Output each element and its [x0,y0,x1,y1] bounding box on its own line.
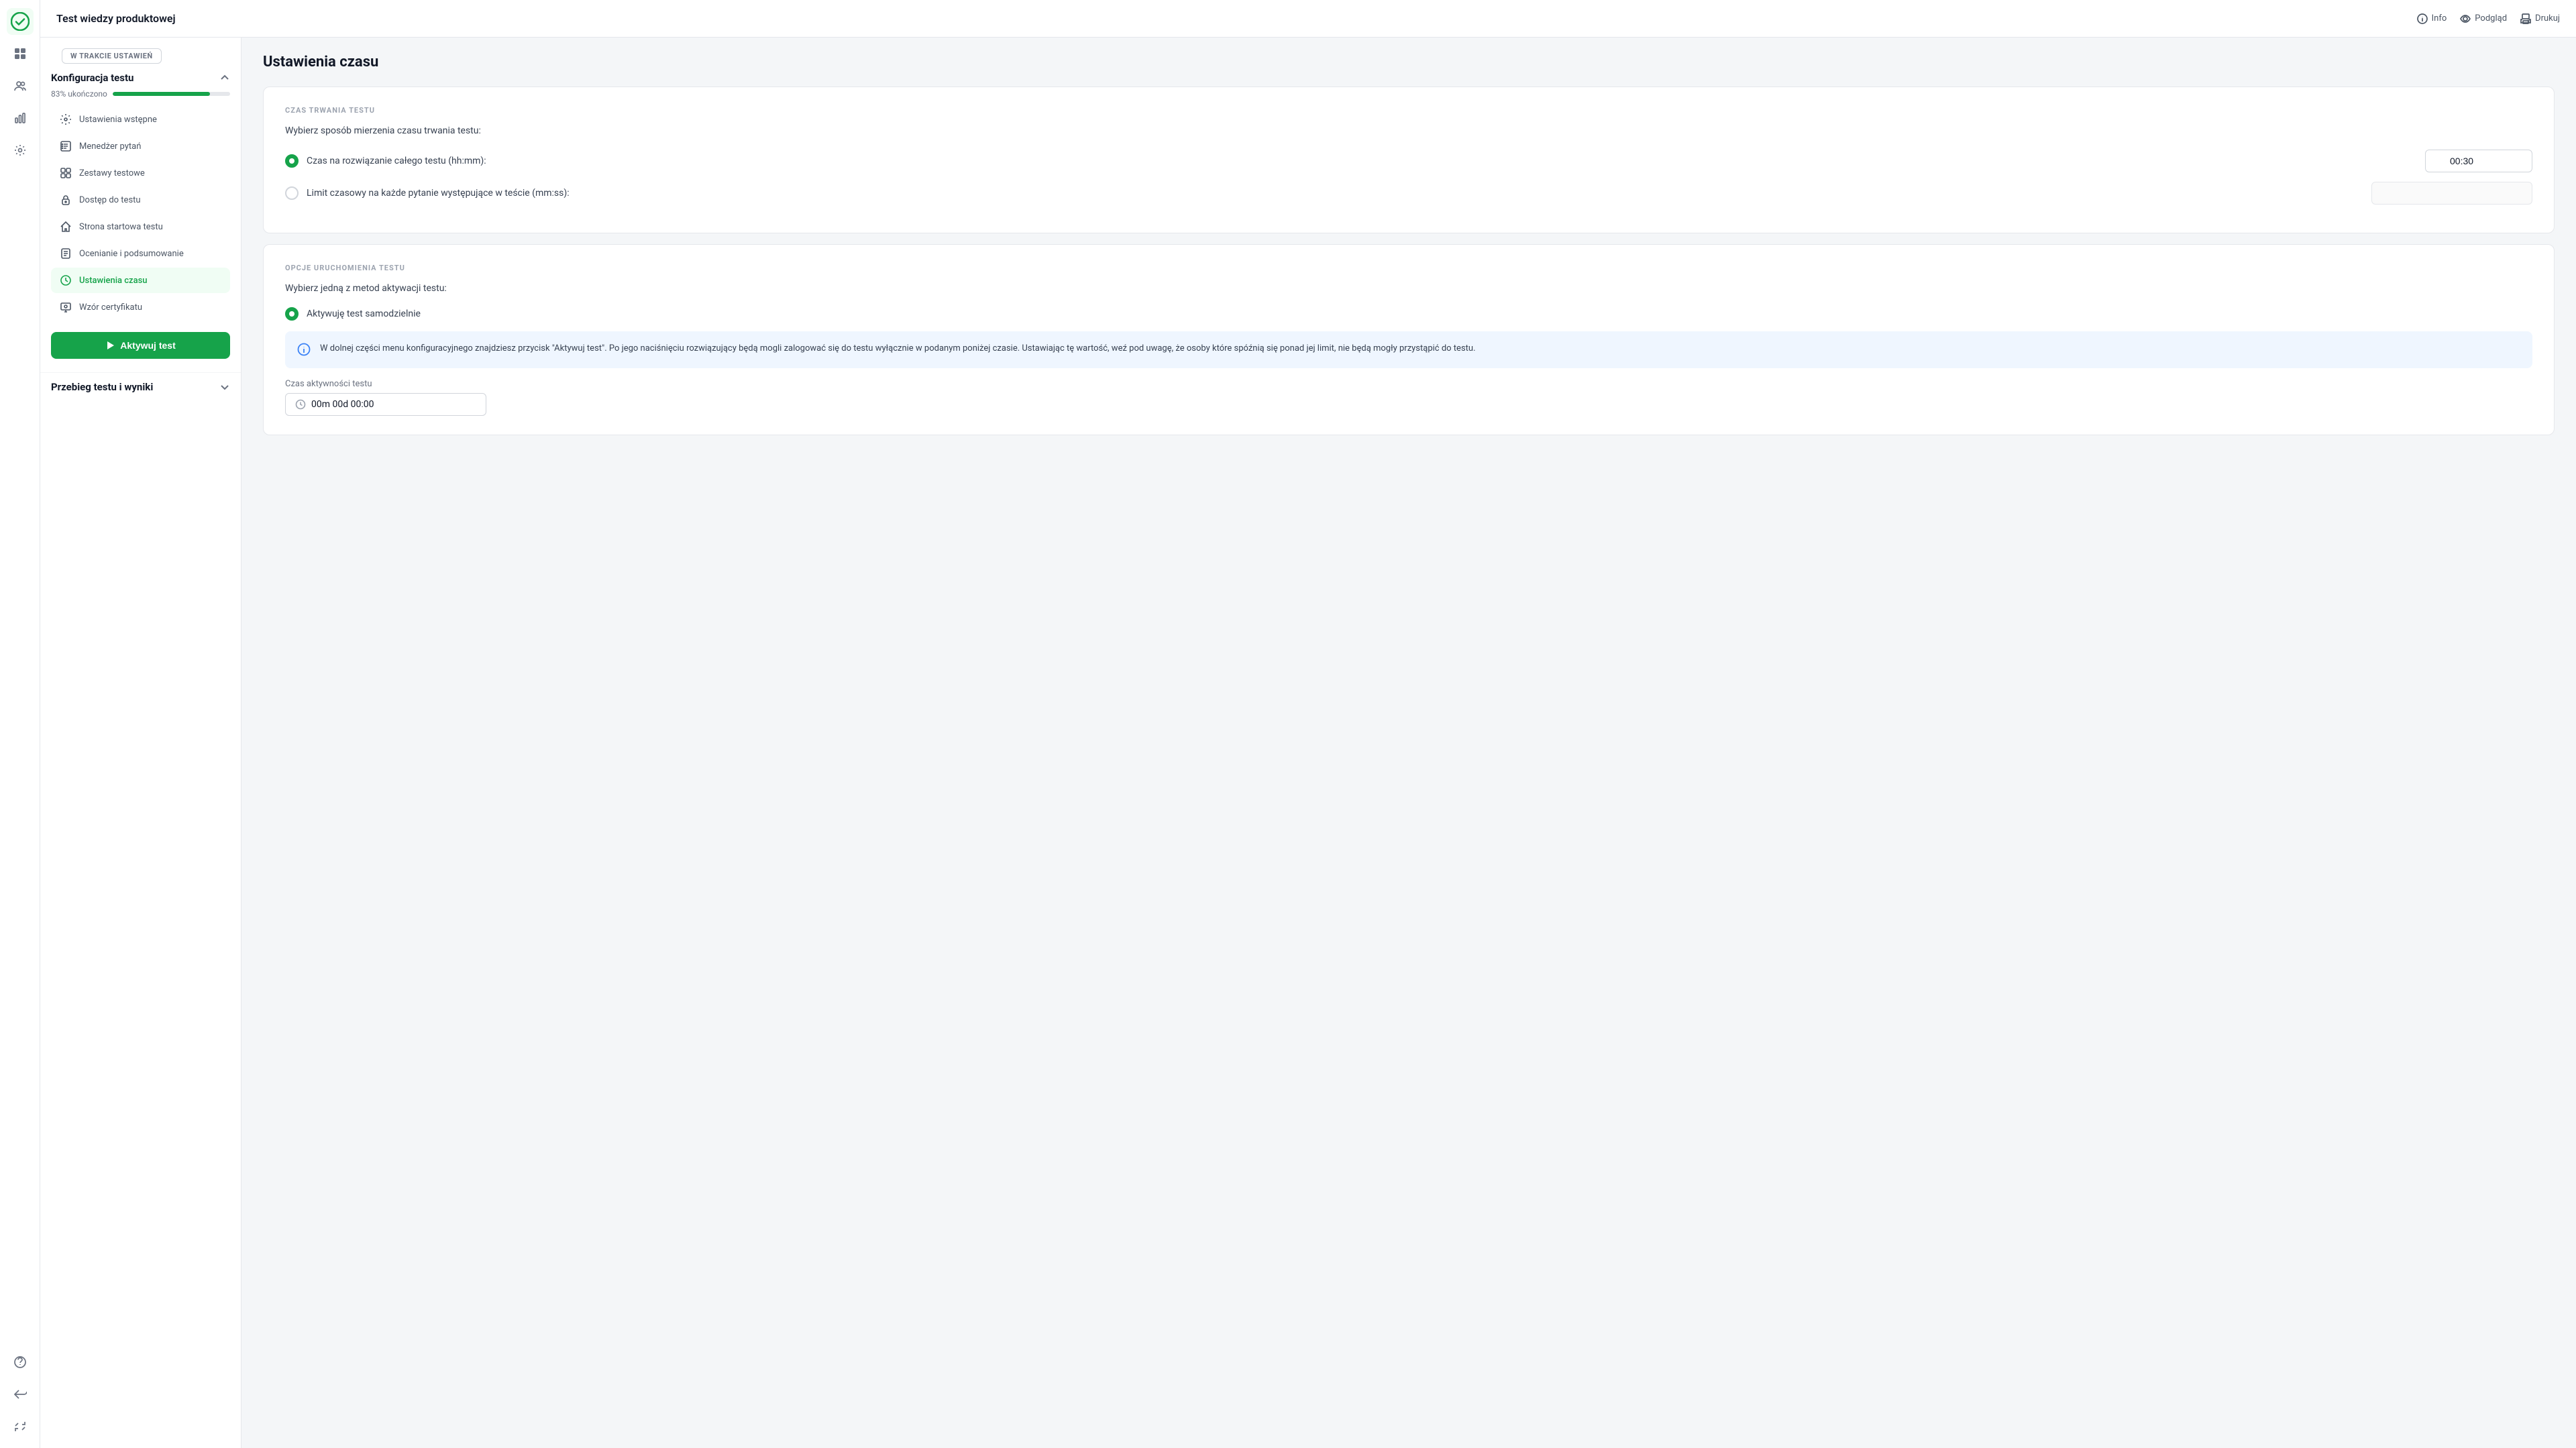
sidebar-item-strona-startowa[interactable]: Strona startowa testu [51,214,230,239]
sidebar-item-dostep[interactable]: Dostęp do testu [51,187,230,213]
whole-test-label: Czas na rozwiązanie całego testu (hh:mm)… [307,156,486,166]
body-layout: W TRAKCIE USTAWIEŃ Konfiguracja testu 83… [40,38,2576,1448]
content-area: Ustawienia czasu CZAS TRWANIA TESTU Wybi… [241,38,2576,1448]
progress-bar-bg [113,92,230,96]
results-section-header[interactable]: Przebieg testu i wyniki [51,381,230,393]
activity-value: 00m 00d 00:00 [311,399,374,410]
page-header-title: Test wiedzy produktowej [56,12,176,25]
chevron-down-icon [219,382,230,392]
self-activate-label: Aktywuję test samodzielnie [307,309,421,319]
preview-action[interactable]: Podgląd [2460,13,2507,24]
assessment-nav-icon [59,247,72,260]
self-activate-radio[interactable] [285,307,299,321]
activate-test-button[interactable]: Aktywuj test [51,332,230,359]
grid-icon[interactable] [7,40,34,67]
sidebar-label-zestawy-testowe: Zestawy testowe [79,168,145,178]
progress-bar-fill [113,92,210,96]
info-action[interactable]: Info [2417,13,2447,24]
results-title: Przebieg testu i wyniki [51,381,153,393]
chevron-up-icon [219,72,230,83]
sidebar-label-ocenianie: Ocenianie i podsumowanie [79,249,184,259]
users-icon[interactable] [7,72,34,99]
sidebar-label-dostep: Dostęp do testu [79,195,141,205]
progress-label: 83% ukończono [51,89,107,99]
sidebar-item-zestawy-testowe[interactable]: Zestawy testowe [51,160,230,186]
info-label: Info [2432,13,2447,23]
per-question-time-input[interactable] [2371,182,2532,205]
chart-icon[interactable] [7,105,34,131]
results-section: Przebieg testu i wyniki [40,372,241,393]
activate-btn-label: Aktywuj test [120,340,175,351]
questions-nav-icon [59,140,72,153]
print-action[interactable]: Drukuj [2520,13,2560,24]
launch-options-card: OPCJE URUCHOMIENIA TESTU Wybierz jedną z… [263,244,2555,435]
header-actions: Info Podgląd Drukuj [2417,13,2560,24]
launch-description: Wybierz jedną z metod aktywacji testu: [285,283,2532,294]
activity-input-wrapper: 00m 00d 00:00 [285,393,486,416]
top-header: Test wiedzy produktowej Info Podgląd [40,0,2576,38]
whole-test-radio[interactable] [285,154,299,168]
info-box-text: W dolnej części menu konfiguracyjnego zn… [320,342,1476,357]
sidebar-item-ocenianie[interactable]: Ocenianie i podsumowanie [51,241,230,266]
sidebar-label-strona-startowa: Strona startowa testu [79,222,163,232]
time-description: Wybierz sposób mierzenia czasu trwania t… [285,125,2532,136]
sidebar-label-ustawienia-czasu: Ustawienia czasu [79,276,148,286]
preview-label: Podgląd [2475,13,2507,23]
per-question-input-wrapper [2371,182,2532,205]
time-duration-card: CZAS TRWANIA TESTU Wybierz sposób mierze… [263,87,2555,233]
lock-nav-icon [59,193,72,207]
info-box: W dolnej części menu konfiguracyjnego zn… [285,331,2532,368]
print-label: Drukuj [2535,13,2560,23]
whole-test-time-row: Czas na rozwiązanie całego testu (hh:mm)… [285,150,2532,172]
print-icon [2520,13,2531,24]
home-nav-icon [59,220,72,233]
sets-nav-icon [59,166,72,180]
logo-icon[interactable] [7,8,34,35]
sidebar-config-section: W TRAKCIE USTAWIEŃ Konfiguracja testu 83… [40,48,241,321]
icon-bar-bottom [7,1349,34,1440]
help-icon[interactable] [7,1349,34,1376]
per-question-row: Limit czasowy na każde pytanie występują… [285,182,2532,205]
per-question-radio[interactable] [285,186,299,200]
main-wrapper: Test wiedzy produktowej Info Podgląd [40,0,2576,1448]
back-icon[interactable] [7,1381,34,1408]
time-input-container [2425,150,2532,172]
sidebar-item-menedzer-pytan[interactable]: Menedżer pytań [51,133,230,159]
sidebar-label-wzor-certyfikatu: Wzór certyfikatu [79,302,142,313]
settings-gear-icon[interactable] [7,137,34,164]
info-circle-icon [2417,13,2428,24]
certificate-nav-icon [59,300,72,314]
sidebar-label-ustawienia-wstepne: Ustawienia wstępne [79,115,157,125]
content-page-title: Ustawienia czasu [263,54,2555,70]
config-title: Konfiguracja testu [51,72,133,84]
activity-label: Czas aktywności testu [285,379,2532,389]
launch-section-label: OPCJE URUCHOMIENIA TESTU [285,264,2532,272]
settings-nav-icon [59,113,72,126]
activity-clock-icon [295,399,306,410]
icon-bar [0,0,40,1448]
info-box-icon [297,343,312,357]
config-section-header[interactable]: Konfiguracja testu [51,72,230,84]
per-question-label: Limit czasowy na każde pytanie występują… [307,188,570,199]
sidebar: W TRAKCIE USTAWIEŃ Konfiguracja testu 83… [40,38,241,1448]
status-badge: W TRAKCIE USTAWIEŃ [62,48,162,64]
time-nav-icon [59,274,72,287]
play-icon [105,341,115,350]
sidebar-label-menedzer-pytan: Menedżer pytań [79,142,141,152]
time-section-label: CZAS TRWANIA TESTU [285,106,2532,115]
activity-section: Czas aktywności testu 00m 00d 00:00 [285,379,2532,416]
whole-test-time-input[interactable] [2425,150,2532,172]
sidebar-item-wzor-certyfikatu[interactable]: Wzór certyfikatu [51,294,230,320]
preview-icon [2460,13,2471,24]
progress-row: 83% ukończono [51,89,230,99]
sidebar-item-ustawienia-wstepne[interactable]: Ustawienia wstępne [51,107,230,132]
expand-icon[interactable] [7,1413,34,1440]
self-activate-row: Aktywuję test samodzielnie [285,307,2532,321]
time-input-wrapper [2425,150,2532,172]
sidebar-item-ustawienia-czasu[interactable]: Ustawienia czasu [51,268,230,293]
